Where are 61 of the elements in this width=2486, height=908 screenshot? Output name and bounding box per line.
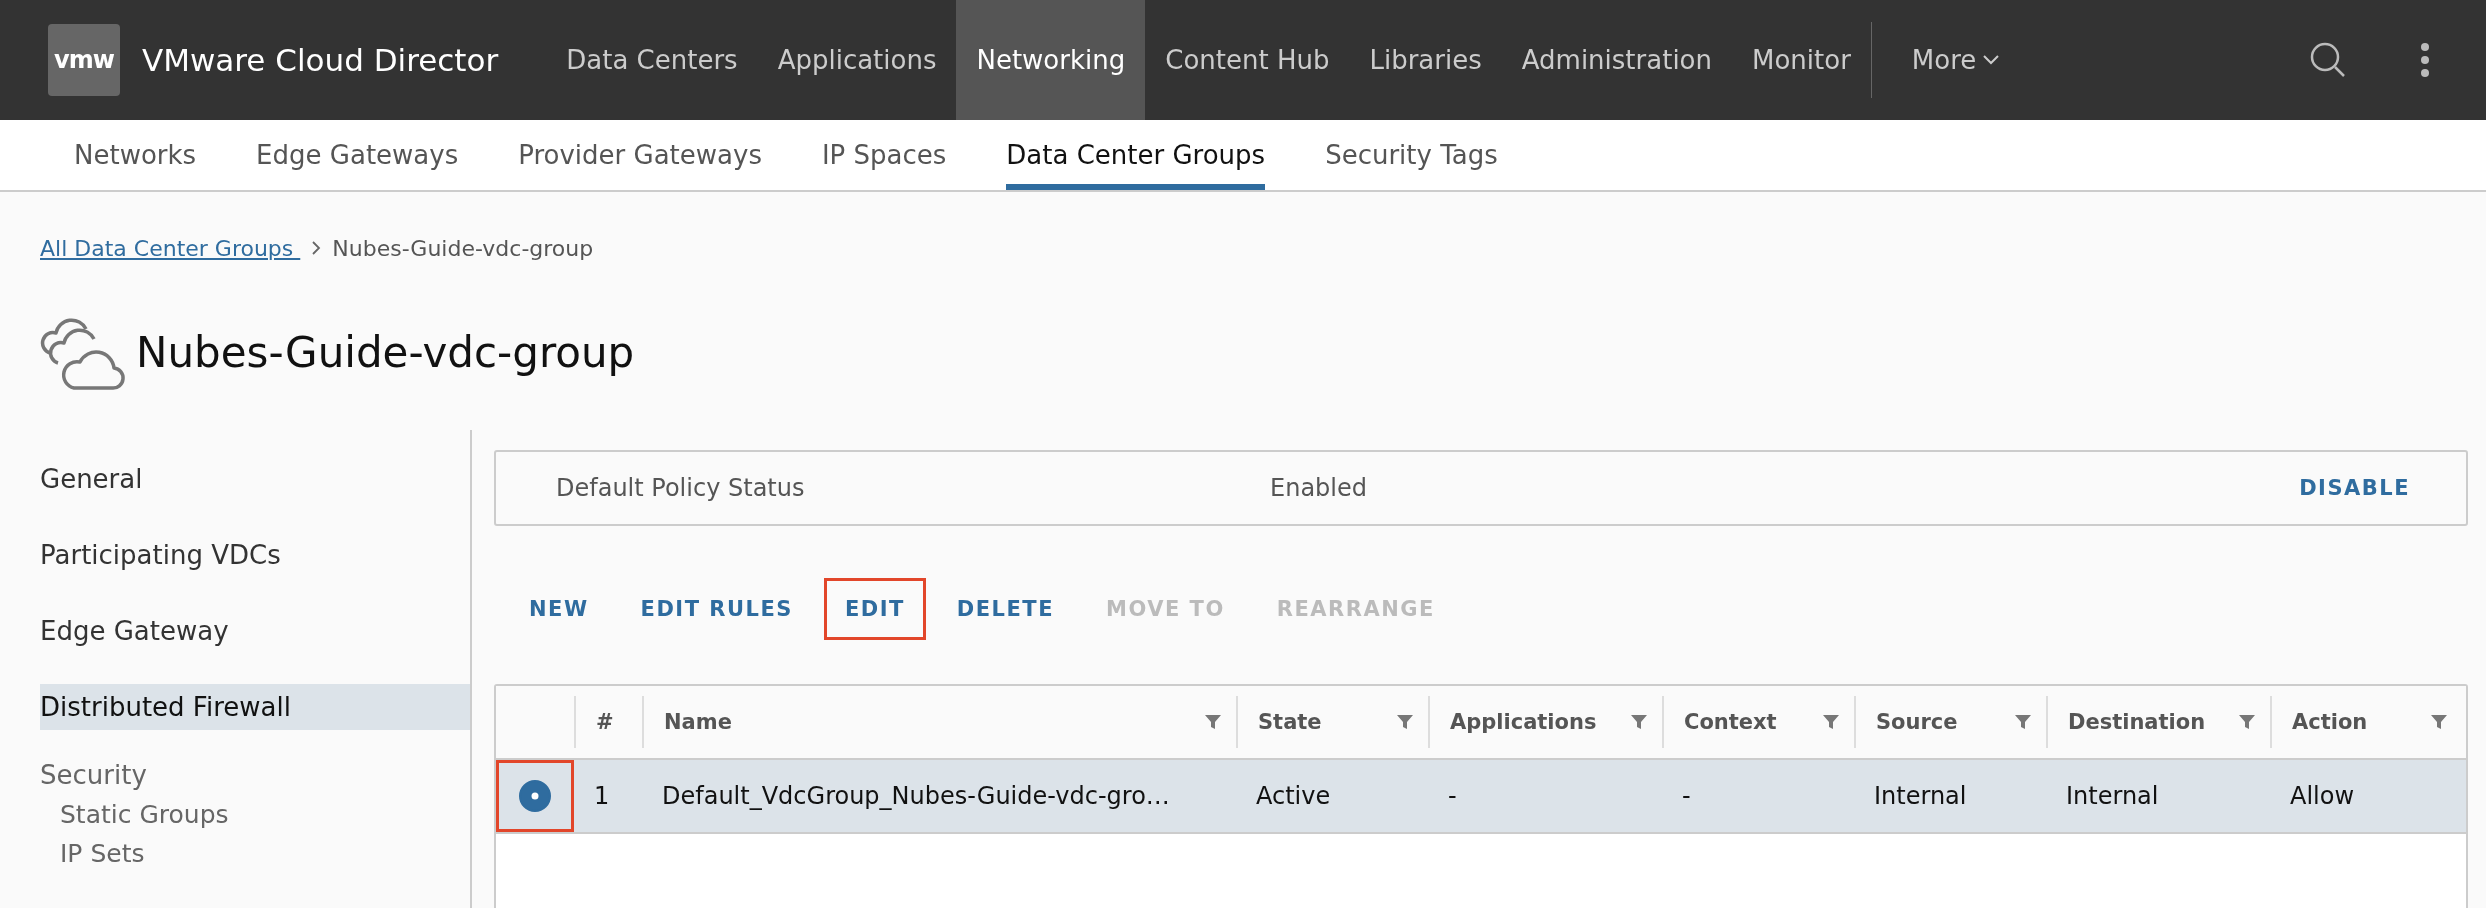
breadcrumb-current: Nubes-Guide-vdc-group (332, 235, 594, 261)
column-header: State (1258, 710, 1322, 734)
sub-tab[interactable]: IP Spaces (821, 120, 947, 190)
table-cell-text: Active (1255, 781, 1332, 812)
sidebar-item[interactable]: Distributed Firewall (40, 684, 470, 730)
nav-tab[interactable]: Content Hub (1145, 0, 1350, 120)
product-name: VMware Cloud Director (142, 42, 499, 78)
filter-icon[interactable] (1630, 713, 1648, 731)
chevron-right-icon (310, 240, 323, 256)
logo: vmw (48, 24, 120, 96)
toolbar-button[interactable]: NEW (508, 578, 610, 640)
sidebar-item[interactable]: Edge Gateway (40, 608, 470, 654)
sidebar-item[interactable]: Participating VDCs (40, 532, 470, 578)
table-cell-text: Internal (2065, 781, 2160, 812)
radio-button[interactable] (518, 779, 552, 813)
filter-icon[interactable] (2238, 713, 2256, 731)
sidebar-item[interactable]: Static Groups (40, 800, 470, 829)
nav-tab[interactable]: Monitor (1732, 0, 1871, 120)
toolbar-button[interactable]: DELETE (935, 578, 1075, 640)
policy-label: Default Policy Status (556, 474, 806, 502)
nav-tab[interactable]: Data Centers (546, 0, 758, 120)
sidebar-item[interactable]: General (40, 456, 470, 502)
toolbar-button[interactable]: EDIT RULES (619, 578, 814, 640)
nav-tab[interactable]: Administration (1501, 0, 1732, 120)
sub-tab[interactable]: Networks (74, 120, 197, 190)
filter-icon[interactable] (2014, 713, 2032, 731)
table-cell-text: Default_VdcGroup_Nubes-Guide-vdc-gro… (661, 781, 1171, 812)
column-header: Applications (1450, 710, 1597, 734)
filter-icon[interactable] (2430, 713, 2448, 731)
disable-button[interactable]: DISABLE (2293, 475, 2416, 501)
column-header: # (596, 710, 614, 734)
filter-icon[interactable] (1822, 713, 1840, 731)
nav-tab[interactable]: Applications (757, 0, 957, 120)
table-cell-text: 1 (593, 781, 611, 812)
sidebar-section: Security (40, 760, 470, 790)
page-title: Nubes-Guide-vdc-group (136, 327, 635, 377)
more-menu[interactable]: More (1891, 0, 2021, 120)
nav-tab[interactable]: Libraries (1349, 0, 1502, 120)
table-cell-text: Internal (1873, 781, 1968, 812)
policy-value: Enabled (1270, 474, 1368, 502)
chevron-down-icon (1982, 54, 2001, 66)
sidebar-item[interactable]: IP Sets (40, 839, 470, 868)
column-header: Name (664, 710, 732, 734)
sub-tab[interactable]: Provider Gateways (518, 120, 762, 190)
table-cell-text: - (1681, 781, 1692, 812)
column-header: Context (1684, 710, 1777, 734)
filter-icon[interactable] (1396, 713, 1414, 731)
column-header: Source (1876, 710, 1958, 734)
sub-tab[interactable]: Data Center Groups (1006, 120, 1266, 190)
breadcrumb-link[interactable]: All Data Center Groups (40, 235, 301, 261)
column-header: Action (2292, 710, 2368, 734)
column-header: Destination (2068, 710, 2206, 734)
table-row[interactable]: 1 Default_VdcGroup_Nubes-Guide-vdc-gro… Active - - Internal Internal Allow (496, 760, 2466, 834)
sub-tab[interactable]: Security Tags (1325, 120, 1498, 190)
table-cell-text: Allow (2289, 781, 2356, 812)
nav-tab[interactable]: Networking (956, 0, 1146, 120)
sub-tab[interactable]: Edge Gateways (256, 120, 459, 190)
table-cell-text: - (1447, 781, 1458, 812)
more-options-icon[interactable] (2420, 42, 2430, 78)
filter-icon[interactable] (1204, 713, 1222, 731)
toolbar-button[interactable]: EDIT (823, 578, 926, 640)
